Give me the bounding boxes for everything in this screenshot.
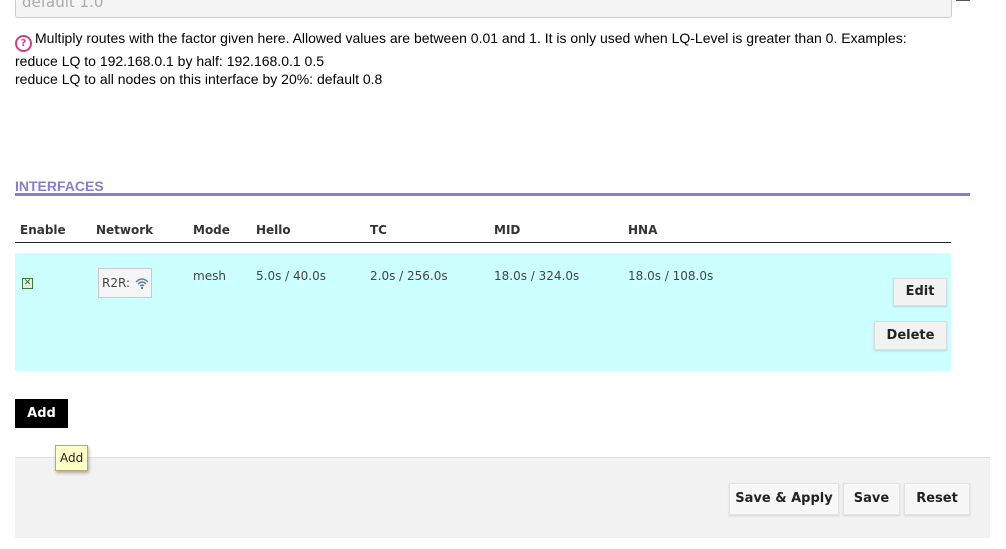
cell-hello: 5.0s / 40.0s (256, 269, 326, 283)
delete-button[interactable]: Delete (874, 321, 947, 350)
section-divider (15, 193, 970, 196)
network-badge: R2R: (98, 268, 152, 298)
column-header-hna: HNA (628, 223, 658, 237)
column-header-mode: Mode (193, 223, 230, 237)
cell-mode: mesh (193, 269, 226, 283)
column-header-tc: TC (370, 223, 387, 237)
help-circle-icon: ? (15, 35, 32, 52)
checkbox-checked-icon: ✕ (23, 278, 32, 288)
column-header-network: Network (96, 223, 154, 237)
cell-mid: 18.0s / 324.0s (494, 269, 580, 283)
help-line-1-text: Multiply routes with the factor given he… (35, 30, 907, 46)
help-line-1: ? Multiply routes with the factor given h… (15, 29, 995, 52)
cell-hna: 18.0s / 108.0s (628, 269, 714, 283)
reset-button[interactable]: Reset (904, 483, 970, 515)
add-button[interactable]: Add (15, 399, 68, 428)
help-line-3: reduce LQ to all nodes on this interface… (15, 71, 383, 87)
lq-mult-input[interactable]: default 1.0 (15, 0, 952, 18)
edit-button[interactable]: Edit (893, 278, 947, 306)
scroll-edge (956, 0, 970, 1)
add-tooltip: Add (55, 445, 89, 471)
column-header-hello: Hello (256, 223, 291, 237)
section-title: INTERFACES (15, 178, 104, 194)
save-apply-button[interactable]: Save & Apply (729, 483, 839, 515)
wifi-icon (135, 278, 149, 290)
table-header-divider (15, 242, 951, 243)
column-header-mid: MID (494, 223, 521, 237)
help-line-2: reduce LQ to 192.168.0.1 by half: 192.16… (15, 53, 325, 69)
network-name: R2R: (102, 276, 130, 290)
save-button[interactable]: Save (843, 483, 900, 515)
enable-checkbox[interactable]: ✕ (22, 278, 33, 289)
help-text: ? Multiply routes with the factor given h… (15, 29, 995, 88)
cell-tc: 2.0s / 256.0s (370, 269, 448, 283)
column-header-enable: Enable (20, 223, 66, 237)
lq-mult-placeholder: default 1.0 (22, 0, 104, 11)
table-row: ✕ R2R: mesh 5.0s / 40.0s 2.0s / 256.0s 1… (15, 253, 951, 371)
